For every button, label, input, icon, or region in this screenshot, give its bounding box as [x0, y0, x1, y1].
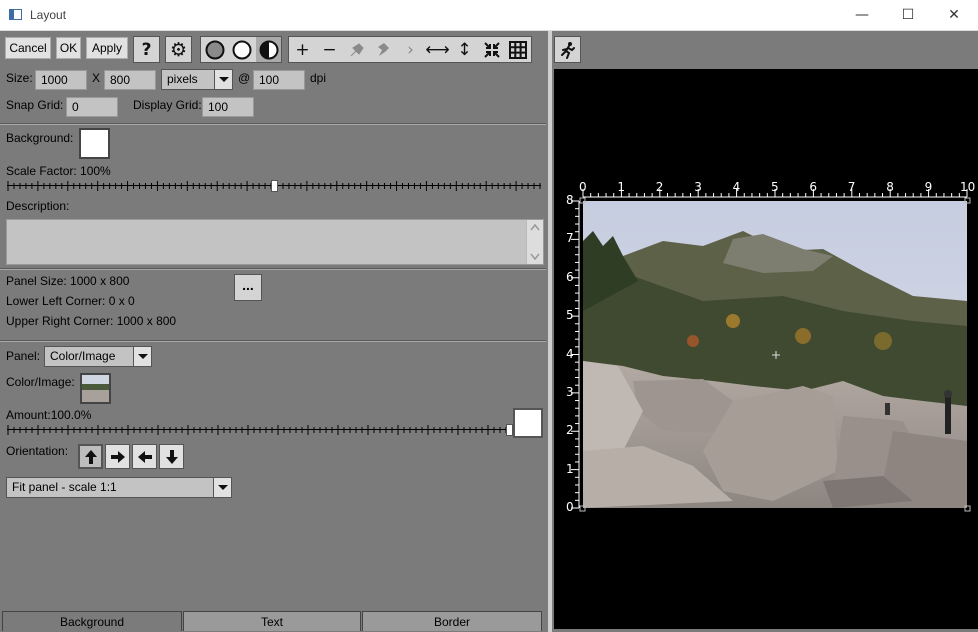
scale-factor-label: Scale Factor: 100% [6, 164, 111, 178]
divider [0, 123, 546, 125]
display-grid-label: Display Grid: [133, 98, 202, 112]
add-icon[interactable]: + [290, 37, 315, 62]
shape-toolgroup [200, 36, 282, 63]
unit-select-value: pixels [167, 72, 198, 86]
tab-border[interactable]: Border [362, 611, 542, 631]
help-button[interactable]: ? [133, 36, 160, 63]
width-input[interactable]: 1000 [35, 70, 87, 90]
panel-label: Panel: [6, 349, 41, 363]
chevron-right-icon[interactable]: › [398, 37, 423, 62]
circle-half-icon[interactable] [256, 37, 281, 62]
slider-ticks [7, 425, 513, 435]
color-image-thumbnail[interactable] [80, 373, 111, 404]
arrow-left-icon [137, 450, 152, 463]
panel-type-select[interactable]: Color/Image [44, 346, 152, 367]
orientation-label: Orientation: [6, 444, 69, 458]
running-person-icon [560, 41, 575, 59]
close-button[interactable]: ✕ [931, 0, 977, 30]
tab-background[interactable]: Background [2, 611, 182, 631]
grid-icon[interactable] [505, 37, 530, 62]
at-label: @ [238, 71, 251, 85]
chevron-down-icon[interactable] [133, 347, 151, 366]
dpi-label: dpi [310, 71, 327, 85]
settings-button[interactable]: ⚙ [165, 36, 192, 63]
color-image-label: Color/Image: [6, 375, 75, 389]
orientation-down-button[interactable] [159, 444, 184, 469]
fit-mode-value: Fit panel - scale 1:1 [12, 480, 117, 494]
shrink-icon[interactable] [479, 37, 504, 62]
orientation-right-button[interactable] [105, 444, 130, 469]
scroll-arrows-icon [530, 223, 540, 261]
landscape-photo [583, 201, 967, 508]
panel-size-text: Panel Size: 1000 x 800 [6, 274, 130, 288]
panel-image[interactable] [583, 201, 967, 508]
chevron-down-icon[interactable] [213, 478, 231, 497]
background-label: Background: [6, 131, 74, 145]
description-scrollbar[interactable] [526, 220, 543, 264]
image-thumbnail-icon [82, 375, 109, 402]
size-label: Size: [6, 71, 33, 85]
panel-type-value: Color/Image [50, 349, 116, 363]
fit-mode-select[interactable]: Fit panel - scale 1:1 [6, 477, 232, 498]
background-color-swatch[interactable] [79, 128, 110, 159]
app-icon [9, 9, 22, 20]
height-input[interactable]: 800 [104, 70, 156, 90]
minimize-button[interactable]: — [839, 0, 885, 30]
settings-gear-icon: ⚙ [169, 38, 188, 61]
tab-text[interactable]: Text [183, 611, 361, 631]
arrow-up-icon [84, 449, 97, 464]
display-grid-input[interactable]: 100 [202, 97, 254, 117]
amount-label: Amount:100.0% [6, 408, 92, 422]
snap-grid-label: Snap Grid: [6, 98, 64, 112]
circle-outline-icon[interactable] [229, 37, 254, 62]
upper-right-text: Upper Right Corner: 1000 x 800 [6, 314, 177, 328]
window-title: Layout [30, 8, 67, 22]
settings-panel: Cancel OK Apply ? ⚙ + − › ⟷ ↕ Size: 1000… [0, 31, 548, 632]
description-textarea[interactable] [6, 219, 544, 265]
orientation-left-button[interactable] [132, 444, 157, 469]
unit-select[interactable]: pixels [161, 69, 233, 90]
resolution-input[interactable]: 100 [253, 70, 305, 90]
preview-panel: 0 1 2 3 4 5 6 7 8 9 10 876543210 [552, 31, 978, 632]
chevron-down-icon[interactable] [214, 70, 232, 89]
ok-button[interactable]: OK [56, 37, 81, 59]
arrow-down-icon [165, 449, 178, 464]
orientation-up-button[interactable] [78, 444, 103, 469]
circle-filled-icon[interactable] [202, 37, 227, 62]
description-label: Description: [6, 199, 70, 213]
tab-bar: Background Text Border [0, 611, 548, 632]
snap-grid-input[interactable]: 0 [66, 97, 118, 117]
pin-left-icon[interactable] [344, 37, 369, 62]
remove-icon[interactable]: − [317, 37, 342, 62]
cancel-button[interactable]: Cancel [5, 37, 51, 59]
arrow-right-icon [110, 450, 125, 463]
preview-canvas[interactable]: 0 1 2 3 4 5 6 7 8 9 10 876543210 [554, 69, 978, 629]
lower-left-text: Lower Left Corner: 0 x 0 [6, 294, 135, 308]
maximize-button[interactable]: ☐ [885, 0, 931, 30]
scale-factor-thumb[interactable] [271, 180, 278, 192]
title-bar: Layout — ☐ ✕ [0, 0, 978, 31]
divider [0, 268, 546, 270]
amount-slider[interactable] [7, 423, 513, 437]
size-x-label: X [92, 71, 101, 85]
help-icon: ? [141, 39, 152, 60]
pin-right-icon[interactable] [371, 37, 396, 62]
run-preview-button[interactable] [554, 36, 581, 63]
apply-button[interactable]: Apply [86, 37, 128, 59]
amount-thumb[interactable] [506, 424, 513, 436]
stretch-vertical-icon[interactable]: ↕ [452, 37, 477, 62]
amount-color-swatch[interactable] [513, 408, 543, 438]
divider [0, 340, 546, 342]
stretch-horizontal-icon[interactable]: ⟷ [425, 37, 450, 62]
scale-factor-slider[interactable] [7, 179, 541, 193]
panel-toolgroup: + − › ⟷ ↕ [288, 36, 532, 63]
more-options-button[interactable]: ... [234, 274, 262, 301]
